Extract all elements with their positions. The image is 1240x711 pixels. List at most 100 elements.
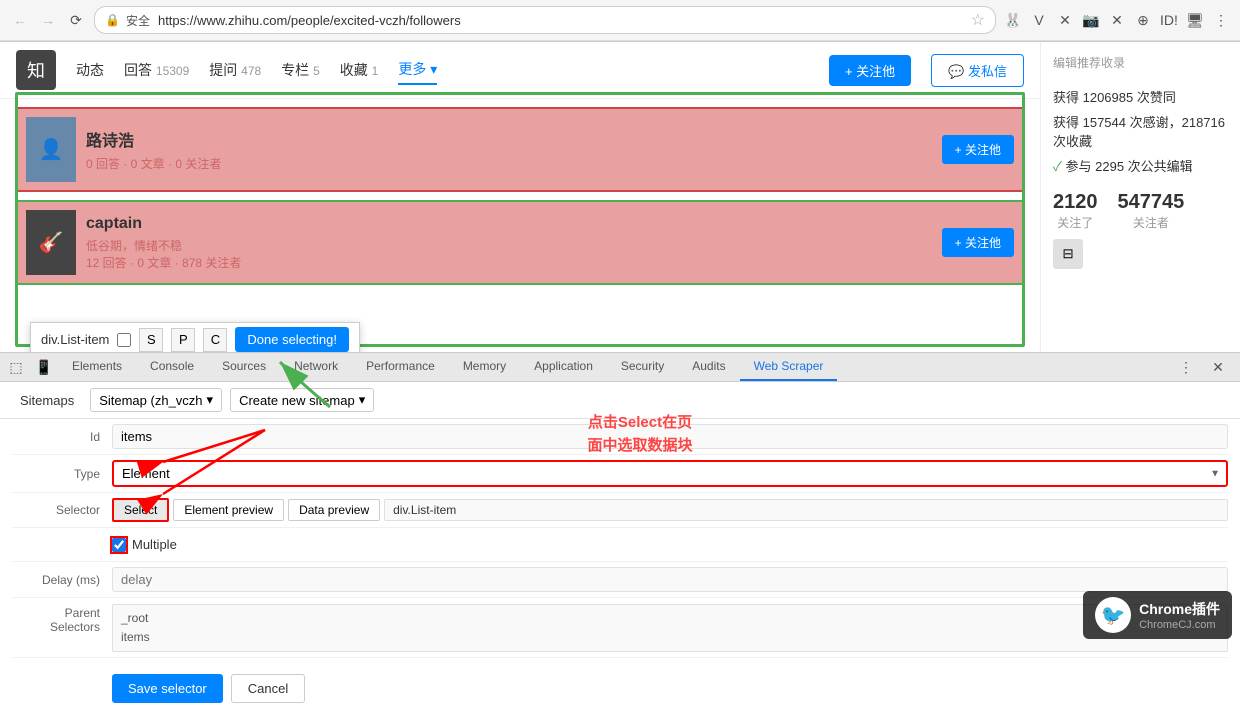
tab-application[interactable]: Application <box>520 353 607 381</box>
follower-info-2: captain 低谷期，情绪不稳 12 回答 · 0 文章 · 878 关注者 <box>86 215 932 271</box>
devtools-device-button[interactable]: 📱 <box>30 353 58 381</box>
p-button[interactable]: P <box>171 328 195 352</box>
done-selecting-button[interactable]: Done selecting! <box>235 327 349 352</box>
following-stat[interactable]: 2120 关注了 <box>1053 191 1098 231</box>
form-row-parent-selectors: Parent Selectors _root items <box>12 598 1228 658</box>
multiple-checkbox[interactable] <box>112 538 126 552</box>
data-preview-tab-button[interactable]: Data preview <box>288 499 380 521</box>
following-count: 2120 <box>1053 191 1098 214</box>
nav-item-shoucang[interactable]: 收藏 1 <box>340 56 379 84</box>
nav-item-huida[interactable]: 回答 15309 <box>124 56 189 84</box>
followers-count: 547745 <box>1118 191 1185 214</box>
nav-item-gengduo[interactable]: 更多 ▾ <box>398 55 437 85</box>
extension-icon-4[interactable]: 📷 <box>1080 9 1102 31</box>
select-tab-button[interactable]: Select <box>112 498 169 522</box>
tab-audits[interactable]: Audits <box>678 353 739 381</box>
type-select[interactable]: Element <box>112 460 1228 487</box>
delay-input[interactable] <box>112 567 1228 592</box>
follow-btn-2[interactable]: + 关注他 <box>942 228 1014 257</box>
stat-thanks: 获得 157544 次感谢，218716 次收藏 <box>1053 112 1228 150</box>
follow-button[interactable]: + 关注他 <box>829 55 911 86</box>
id-input[interactable] <box>112 424 1228 449</box>
sidebar-recommend: 编辑推荐收录 <box>1053 54 1228 71</box>
create-sitemap-button[interactable]: Create new sitemap ▾ <box>230 388 374 412</box>
tab-console[interactable]: Console <box>136 353 208 381</box>
follower-stats-1: 0 回答 · 0 文章 · 0 关注者 <box>86 155 932 172</box>
followers-stat[interactable]: 547745 关注者 <box>1118 191 1185 231</box>
zhihu-logo: 知 <box>16 50 56 90</box>
s-button[interactable]: S <box>139 328 163 352</box>
parent-selectors-content: _root items <box>112 604 1228 652</box>
parent-selectors-value: _root items <box>112 604 1228 652</box>
selector-popup-checkbox[interactable] <box>117 333 131 347</box>
message-button[interactable]: 💬 发私信 <box>931 54 1024 87</box>
c-button[interactable]: C <box>203 328 227 352</box>
devtools-panel: ⬚ 📱 Elements Console Sources Network Per… <box>0 352 1240 711</box>
sidebar-stats: 获得 1206985 次赞同 获得 157544 次感谢，218716 次收藏 … <box>1053 87 1228 175</box>
forward-button[interactable]: → <box>36 8 60 32</box>
toolbar-icons: 🐰 V ✕ 📷 ✕ ⊕ ID! 🖥 ⋮ <box>1002 9 1232 31</box>
tab-elements[interactable]: Elements <box>58 353 136 381</box>
tab-performance[interactable]: Performance <box>352 353 449 381</box>
follow-btn-1[interactable]: + 关注他 <box>942 135 1014 164</box>
nav-item-zhuanlan[interactable]: 专栏 5 <box>281 56 320 84</box>
devtools-more-button[interactable]: ⋮ <box>1172 353 1200 381</box>
form-row-multiple: Multiple <box>12 528 1228 562</box>
nav-item-tiwen[interactable]: 提问 478 <box>209 56 261 84</box>
selector-row: Select Element preview Data preview div.… <box>112 498 1228 522</box>
stat-like: 获得 1206985 次赞同 <box>1053 87 1228 106</box>
devtools-icons-right: ⋮ ✕ <box>1172 353 1240 381</box>
parent-selectors-label: Parent Selectors <box>12 604 112 634</box>
address-input[interactable] <box>158 13 965 28</box>
sitemap-dropdown[interactable]: Sitemap (zh_vczh ▾ <box>90 388 222 412</box>
follower-avatar-2: 🎸 <box>26 210 76 275</box>
form-row-delay: Delay (ms) <box>12 562 1228 598</box>
follow-stats: 2120 关注了 547745 关注者 <box>1053 191 1228 231</box>
follower-card-1[interactable]: 👤 路诗浩 0 回答 · 0 文章 · 0 关注者 + 关注他 <box>16 107 1024 192</box>
id-content <box>112 424 1228 449</box>
selector-popup-text: div.List-item <box>41 332 109 347</box>
form-row-selector: Selector Select Element preview Data pre… <box>12 493 1228 528</box>
save-selector-button[interactable]: Save selector <box>112 674 223 703</box>
selector-value: div.List-item <box>384 499 1228 521</box>
tab-sources[interactable]: Sources <box>208 353 280 381</box>
sidebar-scroll-button[interactable]: ⊟ <box>1053 239 1083 269</box>
tab-memory[interactable]: Memory <box>449 353 520 381</box>
type-label: Type <box>12 467 112 481</box>
tab-network[interactable]: Network <box>280 353 352 381</box>
cancel-button[interactable]: Cancel <box>231 674 305 703</box>
plugin-logo: 🐦 <box>1095 597 1131 633</box>
selector-popup: div.List-item S P C Done selecting! <box>30 322 360 352</box>
extension-icon-1[interactable]: 🐰 <box>1002 9 1024 31</box>
id-label: Id <box>12 430 112 444</box>
devtools-inspect-button[interactable]: ⬚ <box>2 353 30 381</box>
nav-item-dongtai[interactable]: 动态 <box>76 56 104 84</box>
element-preview-tab-button[interactable]: Element preview <box>173 499 284 521</box>
menu-icon[interactable]: ⋮ <box>1210 9 1232 31</box>
browser-toolbar: ← → ⟳ 🔒 安全 ☆ 🐰 V ✕ 📷 ✕ ⊕ ID! 🖥 ⋮ <box>0 0 1240 41</box>
extension-icon-5[interactable]: ✕ <box>1106 9 1128 31</box>
extension-icon-7[interactable]: ID! <box>1158 9 1180 31</box>
follower-name-1: 路诗浩 <box>86 127 932 151</box>
plugin-name: Chrome插件 <box>1139 599 1220 619</box>
back-button[interactable]: ← <box>8 8 32 32</box>
follower-name-2: captain <box>86 215 932 233</box>
sitemaps-button[interactable]: Sitemaps <box>12 390 82 411</box>
multiple-content: Multiple <box>112 537 1228 552</box>
sidebar-recommend-title: 编辑推荐收录 <box>1053 54 1228 71</box>
reload-button[interactable]: ⟳ <box>64 8 88 32</box>
extension-icon-3[interactable]: ✕ <box>1054 9 1076 31</box>
tab-web-scraper[interactable]: Web Scraper <box>740 353 838 381</box>
zhihu-nav: 知 动态 回答 15309 提问 478 专栏 5 收藏 1 更多 ▾ + 关注… <box>0 42 1040 99</box>
sitemap-bar: Sitemaps Sitemap (zh_vczh ▾ Create new s… <box>0 382 1240 419</box>
extension-icon-8[interactable]: 🖥 <box>1184 9 1206 31</box>
address-bar-wrap: 🔒 安全 ☆ <box>94 6 996 34</box>
star-icon[interactable]: ☆ <box>971 10 985 30</box>
tab-security[interactable]: Security <box>607 353 678 381</box>
extension-icon-6[interactable]: ⊕ <box>1132 9 1154 31</box>
follower-stats-2-line1: 低谷期，情绪不稳 <box>86 237 932 254</box>
extension-icon-2[interactable]: V <box>1028 9 1050 31</box>
devtools-close-button[interactable]: ✕ <box>1204 353 1232 381</box>
follower-card-2[interactable]: 🎸 captain 低谷期，情绪不稳 12 回答 · 0 文章 · 878 关注… <box>16 200 1024 285</box>
plugin-info: Chrome插件 ChromeCJ.com <box>1139 599 1220 631</box>
